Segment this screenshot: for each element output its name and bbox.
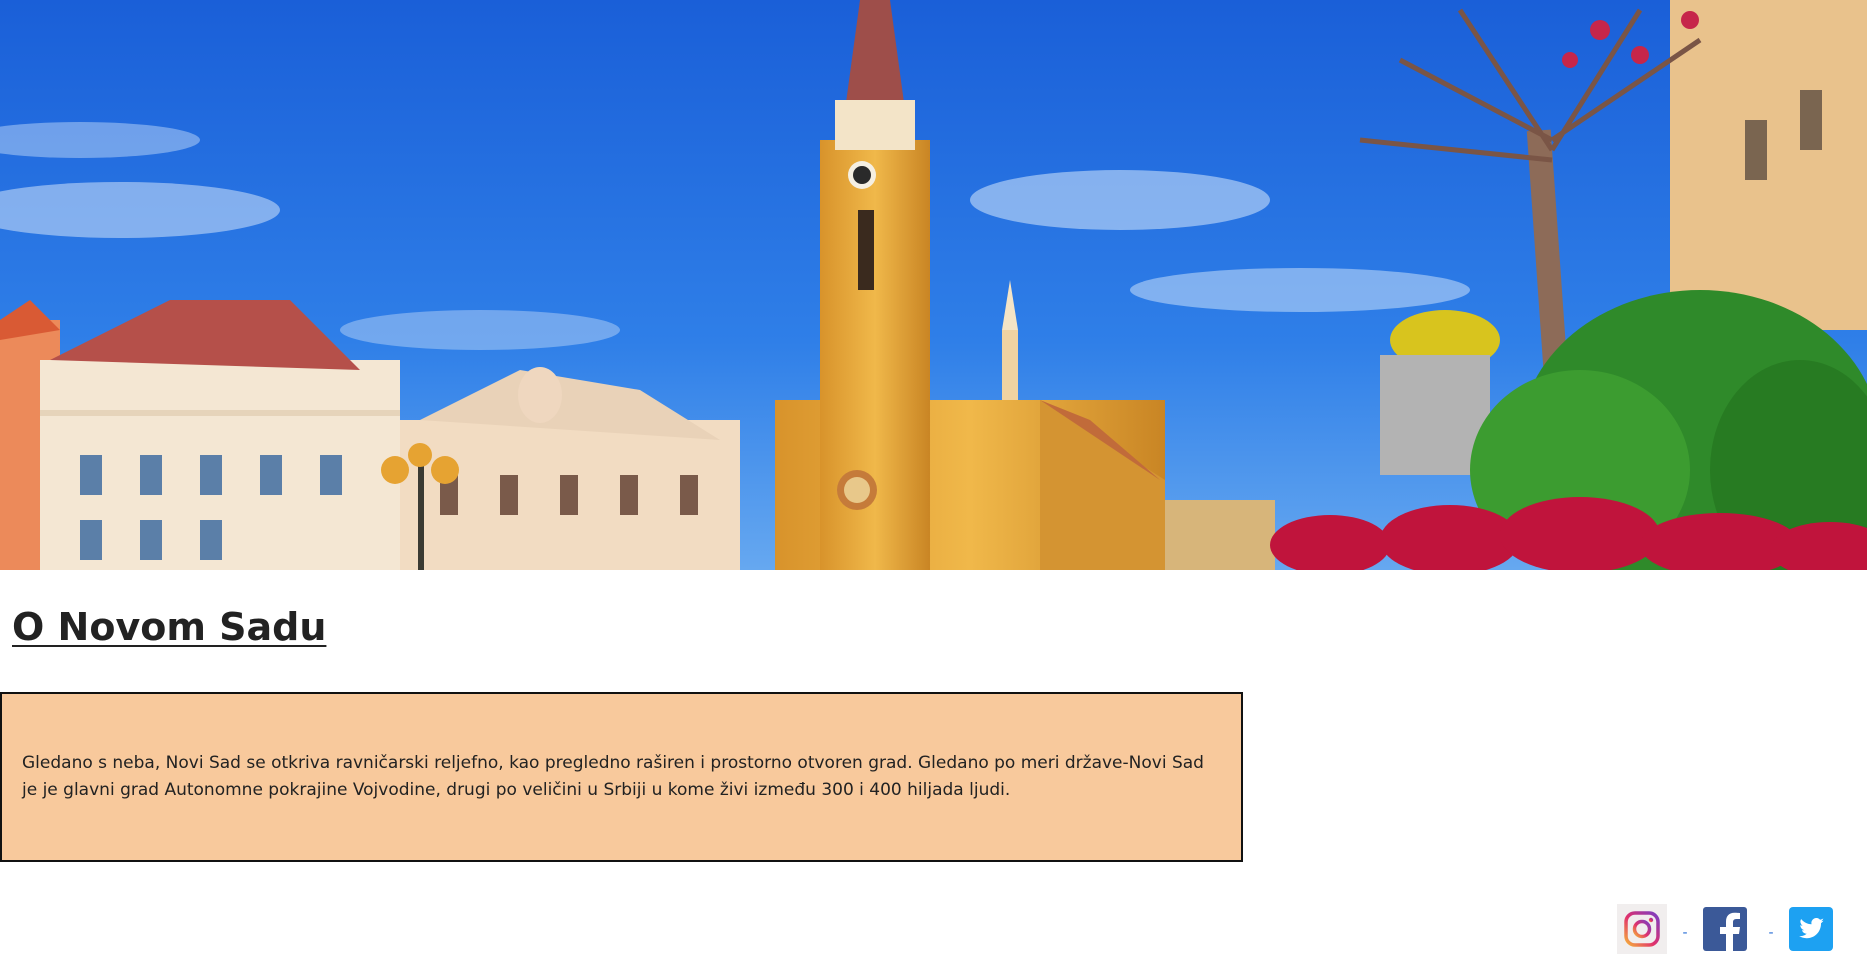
twitter-link[interactable] (1789, 904, 1839, 954)
hero-image (0, 0, 1867, 570)
instagram-link[interactable] (1617, 904, 1667, 954)
facebook-icon (1703, 907, 1747, 951)
page-title: O Novom Sadu (12, 605, 327, 649)
info-box: Gledano s neba, Novi Sad se otkriva ravn… (0, 692, 1243, 862)
facebook-link[interactable] (1703, 904, 1753, 954)
description-text: Gledano s neba, Novi Sad se otkriva ravn… (22, 753, 1204, 800)
social-links: - - (1617, 900, 1839, 958)
twitter-icon (1789, 907, 1833, 951)
social-separator: - (1682, 925, 1688, 941)
instagram-icon (1617, 904, 1667, 954)
social-separator: - (1768, 925, 1774, 941)
